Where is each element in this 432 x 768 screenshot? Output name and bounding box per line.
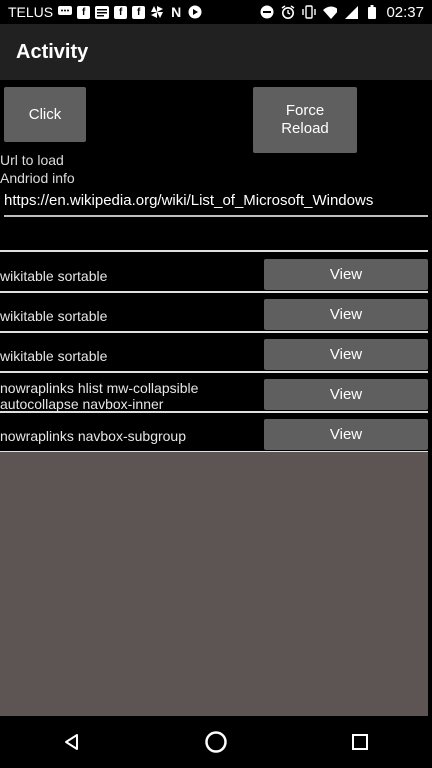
facebook-icon: f — [77, 5, 91, 19]
pinwheel-icon — [150, 5, 164, 19]
list-item-text: wikitable sortable — [0, 268, 108, 284]
click-button-label: Click — [28, 105, 62, 123]
force-reload-label: Force Reload — [281, 102, 329, 138]
back-button[interactable] — [52, 722, 92, 762]
list-item: nowraplinks navbox-subgroup View — [0, 419, 428, 455]
clock: 02:37 — [386, 3, 424, 21]
force-reload-button[interactable]: Force Reload — [253, 87, 357, 153]
recents-button[interactable] — [340, 722, 380, 762]
divider — [0, 331, 428, 333]
force-reload-label-line2: Reload — [281, 120, 329, 137]
navigation-bar — [0, 716, 432, 768]
home-icon — [205, 731, 227, 753]
facebook-icon: f — [132, 5, 146, 19]
vibrate-icon — [302, 5, 317, 19]
list-item: wikitable sortable View — [0, 259, 428, 295]
status-bar: TELUS f f f N 02:37 — [0, 0, 432, 24]
view-button[interactable]: View — [264, 299, 428, 330]
recents-icon — [352, 734, 368, 750]
dnd-icon — [260, 5, 274, 19]
list-item-text: nowraplinks navbox-subgroup — [0, 428, 186, 444]
back-icon — [65, 734, 78, 750]
view-button[interactable]: View — [264, 379, 428, 410]
news-icon — [95, 5, 110, 19]
list-item-text: wikitable sortable — [0, 348, 108, 364]
signal-icon — [344, 5, 358, 19]
url-to-load-label: Url to load — [0, 152, 64, 168]
divider — [0, 291, 428, 293]
play-icon — [188, 5, 202, 19]
url-input[interactable]: https://en.wikipedia.org/wiki/List_of_Mi… — [4, 192, 428, 217]
divider — [0, 250, 428, 252]
home-button[interactable] — [196, 722, 236, 762]
click-button[interactable]: Click — [4, 87, 86, 142]
chat-icon — [58, 5, 73, 19]
view-button[interactable]: View — [264, 339, 428, 370]
empty-area — [0, 452, 428, 716]
view-button[interactable]: View — [264, 259, 428, 290]
view-button[interactable]: View — [264, 419, 428, 450]
battery-icon — [365, 5, 379, 19]
force-reload-label-line1: Force — [285, 102, 325, 119]
divider — [0, 371, 428, 373]
carrier-label: TELUS — [8, 4, 54, 20]
list-item-text: nowraplinks hlist mw-collapsible autocol… — [0, 380, 199, 412]
app-bar: Activity — [0, 24, 432, 80]
list-item: nowraplinks hlist mw-collapsible autocol… — [0, 379, 428, 415]
list-item: wikitable sortable View — [0, 299, 428, 335]
netflix-icon: N — [171, 4, 182, 20]
list-item: wikitable sortable View — [0, 339, 428, 375]
page-title: Activity — [16, 41, 89, 63]
android-info-label: Andriod info — [0, 170, 75, 186]
wifi-icon — [323, 5, 338, 19]
alarm-icon — [281, 5, 295, 19]
facebook-icon: f — [114, 5, 128, 19]
list-item-text: wikitable sortable — [0, 308, 108, 324]
divider — [0, 411, 428, 413]
